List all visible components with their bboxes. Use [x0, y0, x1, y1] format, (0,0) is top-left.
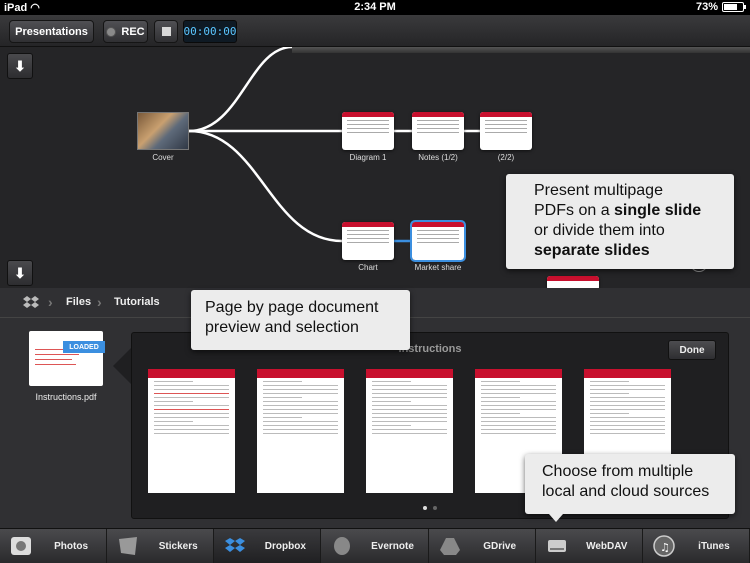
stop-icon: [161, 27, 171, 36]
chevron-right-icon: ›: [97, 294, 102, 310]
tab-dropbox[interactable]: Dropbox: [214, 529, 322, 563]
callout-preview: Page by page document preview and select…: [191, 290, 410, 350]
page-dot-active[interactable]: [423, 506, 427, 510]
callout-multipage-line4: separate slides: [534, 242, 650, 259]
svg-text:♫: ♫: [660, 541, 670, 554]
chevron-right-icon: ›: [48, 294, 53, 310]
battery-percent: 73%: [695, 1, 718, 13]
tab-gdrive[interactable]: GDrive: [429, 529, 536, 563]
record-label: REC: [121, 25, 145, 38]
loaded-file-thumbnail[interactable]: [29, 331, 103, 386]
callout-multipage-line2: PDFs on a single slide: [534, 202, 702, 219]
callout-multipage-line1: Present multipage: [534, 182, 663, 199]
breadcrumb-files[interactable]: Files: [66, 296, 91, 308]
preview-pointer: [113, 348, 131, 384]
loaded-badge: LOADED: [63, 341, 105, 353]
tab-photos-label: Photos: [54, 540, 89, 552]
status-bar: iPad ◠ 2:34 PM 73%: [0, 0, 750, 15]
recording-timer: 00:00:00: [183, 20, 237, 43]
slide-label-chart: Chart: [358, 263, 378, 272]
callout-sources-line2: local and cloud sources: [542, 483, 710, 500]
slide-label-diagram-1: Diagram 1: [349, 153, 387, 162]
dropbox-icon[interactable]: [22, 294, 40, 312]
pdf-page-3[interactable]: [366, 369, 453, 493]
callout-multipage-line3: or divide them into: [534, 222, 665, 239]
slide-partial[interactable]: [547, 276, 599, 288]
cover-slide-thumbnail[interactable]: [137, 112, 189, 150]
main-toolbar: Presentations REC 00:00:00: [0, 15, 750, 47]
stop-button[interactable]: [154, 20, 178, 43]
pdf-page-2[interactable]: [257, 369, 344, 493]
slide-market-share[interactable]: [410, 220, 466, 262]
tab-itunes-label: iTunes: [698, 540, 730, 552]
itunes-icon: ♫: [653, 535, 675, 557]
tab-gdrive-label: GDrive: [483, 540, 517, 552]
slide-label-notes-2: (2/2): [497, 153, 515, 162]
callout-sources: Choose from multiple local and cloud sou…: [525, 454, 735, 514]
tab-webdav[interactable]: WebDAV: [536, 529, 643, 563]
battery-icon: [722, 2, 746, 12]
battery-group: 73%: [695, 1, 746, 13]
source-tab-bar: Photos Stickers Dropbox Evernote GDrive …: [0, 528, 750, 563]
tab-photos[interactable]: Photos: [0, 529, 108, 563]
slide-notes-1[interactable]: [412, 112, 464, 150]
dropbox-icon: [224, 535, 246, 557]
tab-itunes[interactable]: ♫ iTunes: [643, 529, 750, 563]
presentations-label: Presentations: [15, 25, 88, 38]
callout-multipage: Present multipage PDFs on a single slide…: [506, 174, 734, 269]
tab-evernote-label: Evernote: [371, 540, 414, 552]
tab-evernote[interactable]: Evernote: [321, 529, 429, 563]
slide-chart[interactable]: [342, 222, 394, 260]
record-icon: [106, 26, 117, 37]
record-button[interactable]: REC: [103, 20, 148, 43]
breadcrumb-tutorials[interactable]: Tutorials: [114, 296, 160, 308]
slide-diagram-1[interactable]: [342, 112, 394, 150]
callout-preview-line1: Page by page document: [205, 299, 379, 316]
stickers-icon: [117, 535, 139, 557]
tab-stickers[interactable]: Stickers: [107, 529, 215, 563]
file-name-label: Instructions.pdf: [35, 392, 97, 402]
slide-label-cover: Cover: [152, 153, 174, 162]
pdf-page-1[interactable]: [148, 369, 235, 493]
clock: 2:34 PM: [354, 1, 396, 13]
tab-stickers-label: Stickers: [158, 540, 198, 552]
gdrive-icon: [439, 535, 461, 557]
slide-label-market-share: Market share: [414, 263, 462, 272]
page-dot[interactable]: [433, 506, 437, 510]
tab-webdav-label: WebDAV: [586, 540, 628, 552]
presentations-button[interactable]: Presentations: [9, 20, 94, 43]
photos-icon: [10, 535, 32, 557]
callout-sources-line1: Choose from multiple: [542, 463, 694, 480]
tab-dropbox-label: Dropbox: [264, 540, 306, 552]
webdav-icon: [546, 535, 568, 557]
callout-preview-line2: preview and selection: [205, 319, 359, 336]
evernote-icon: [331, 535, 353, 557]
done-button[interactable]: Done: [668, 340, 716, 360]
slide-notes-2[interactable]: [480, 112, 532, 150]
callout-sources-pointer: [549, 514, 563, 522]
